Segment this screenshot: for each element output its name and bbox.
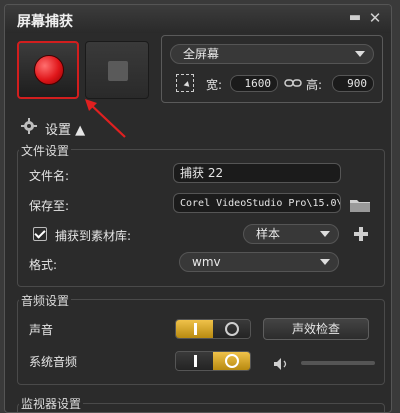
sound-check-button[interactable]: 声效检查 [263,318,369,340]
record-button[interactable] [17,41,79,99]
width-input[interactable]: 1600 [230,75,278,92]
off-icon [224,354,239,368]
settings-toggle[interactable]: 设置 ▲ [45,119,85,138]
audio-settings-title: 音频设置 [19,292,72,309]
height-label: 高: [306,78,323,92]
link-icon[interactable] [284,78,302,88]
system-audio-toggle[interactable] [175,351,251,371]
format-dropdown[interactable]: wmv [179,252,339,272]
system-audio-off-option[interactable] [213,352,250,370]
voice-off-option[interactable] [213,320,250,338]
capture-region-group: 全屏幕 宽: 1600 高: 900 [161,35,383,103]
folder-icon[interactable] [349,197,371,213]
format-label: 格式: [29,258,58,272]
file-settings-title: 文件设置 [19,142,72,159]
plus-icon[interactable] [354,227,368,241]
save-to-input[interactable]: Corel VideoStudio Pro\15.0\ [173,193,341,213]
minimize-button[interactable]: ▬ [347,10,363,26]
chevron-down-icon [320,259,330,265]
chevron-down-icon [320,231,330,237]
close-button[interactable]: ✕ [367,10,383,26]
save-to-label: 保存至: [29,199,70,213]
library-value: 样本 [256,227,281,241]
voice-on-option[interactable] [176,320,213,338]
on-icon [193,323,197,335]
record-icon [34,55,64,85]
system-audio-on-option[interactable] [176,352,213,370]
gear-icon[interactable] [21,118,37,134]
system-audio-label: 系统音频 [29,355,78,369]
filename-label: 文件名: [29,169,70,183]
screen-capture-panel: 屏幕捕获 ▬ ✕ 全屏幕 宽: 1600 高: 900 设置 ▲ 文件设置 文件… [4,4,392,413]
filename-input[interactable]: 捕获 22 [173,163,341,183]
voice-toggle[interactable] [175,319,251,339]
height-input[interactable]: 900 [332,75,374,92]
off-icon [224,322,239,336]
capture-to-library-checkbox[interactable] [33,227,47,241]
capture-mode-dropdown[interactable]: 全屏幕 [170,44,374,64]
stop-button[interactable] [85,41,149,99]
on-icon [193,355,197,367]
chevron-down-icon [355,51,365,57]
region-select-icon[interactable] [176,74,194,92]
capture-mode-value: 全屏幕 [183,47,220,61]
callout-arrow [85,99,126,138]
title-bar: 屏幕捕获 ▬ ✕ [5,5,391,33]
width-label: 宽: [206,78,223,92]
monitor-settings-title: 监视器设置 [19,395,84,412]
library-dropdown[interactable]: 样本 [243,224,339,244]
speaker-icon [274,358,287,370]
stop-icon [108,61,128,81]
window-title: 屏幕捕获 [17,14,73,30]
voice-label: 声音 [29,323,54,337]
format-value: wmv [192,255,221,269]
system-audio-volume-slider[interactable] [301,361,375,365]
capture-to-library-label: 捕获到素材库: [55,229,132,243]
audio-settings-section [17,299,385,385]
